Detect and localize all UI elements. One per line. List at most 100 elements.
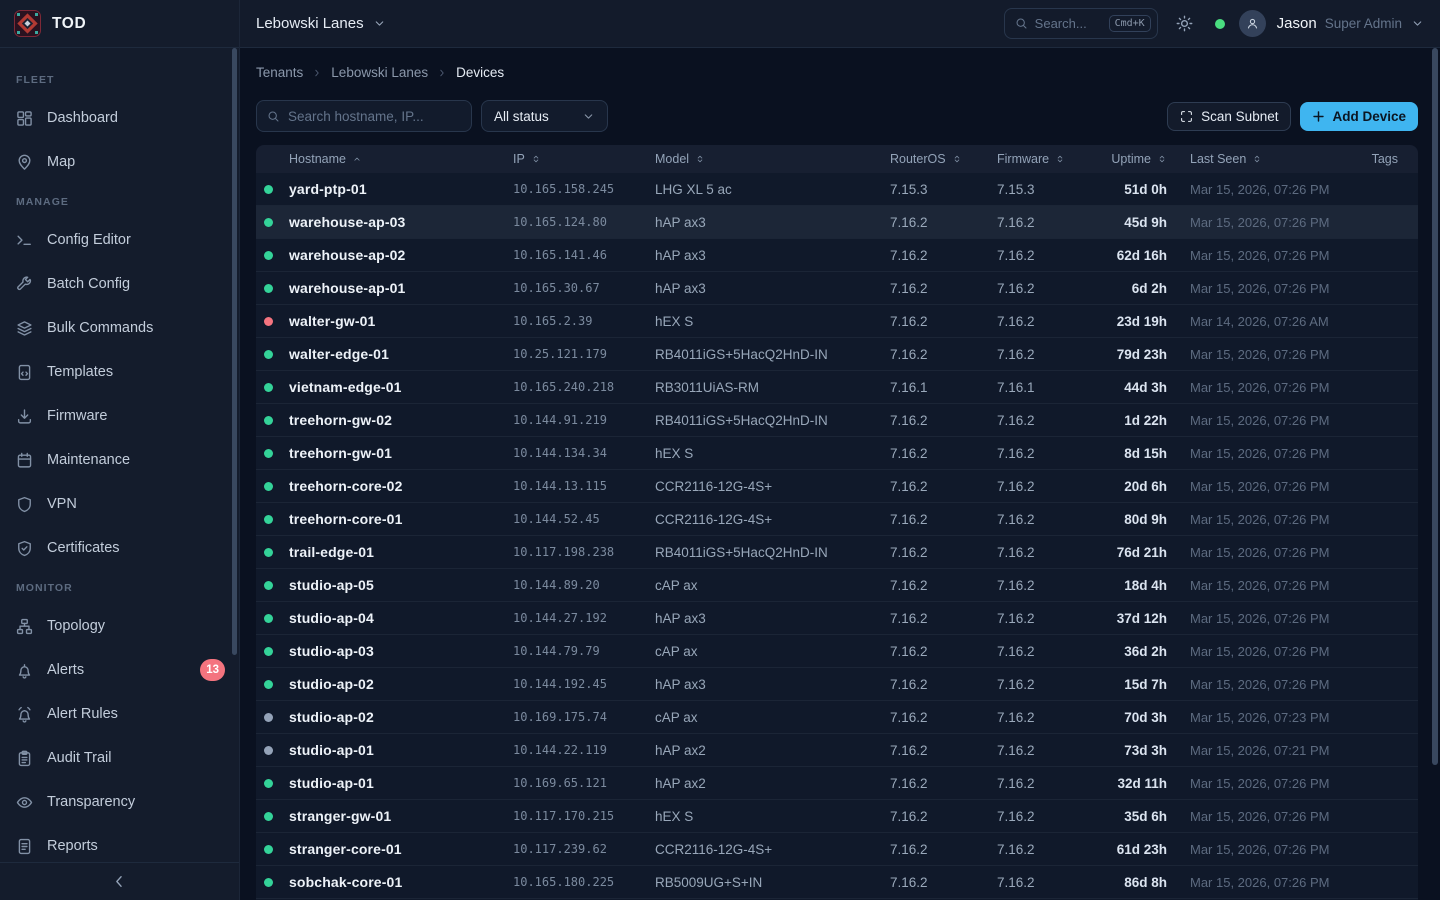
sidebar-item-templates[interactable]: Templates bbox=[0, 350, 239, 394]
device-uptime: 15d 7h bbox=[1103, 677, 1167, 692]
breadcrumb-item-lebowski-lanes[interactable]: Lebowski Lanes bbox=[331, 65, 428, 80]
device-routeros: 7.16.2 bbox=[890, 809, 997, 824]
sidebar-item-map[interactable]: Map bbox=[0, 140, 239, 184]
device-search[interactable] bbox=[256, 100, 472, 132]
sidebar-item-maintenance[interactable]: Maintenance bbox=[0, 438, 239, 482]
device-model: RB3011UiAS-RM bbox=[655, 380, 890, 395]
table-row[interactable]: stranger-gw-0110.117.170.215hEX S7.16.27… bbox=[256, 800, 1418, 833]
device-ip: 10.117.239.62 bbox=[513, 842, 655, 856]
device-firmware: 7.16.2 bbox=[997, 479, 1103, 494]
user-menu-chevron-icon[interactable] bbox=[1411, 17, 1424, 30]
sidebar-item-config-editor[interactable]: Config Editor bbox=[0, 218, 239, 262]
sidebar-section-fleet: FLEETDashboardMap bbox=[0, 62, 239, 184]
column-header-model[interactable]: Model bbox=[655, 152, 890, 166]
avatar[interactable] bbox=[1239, 10, 1266, 37]
column-header-uptime[interactable]: Uptime bbox=[1103, 152, 1167, 166]
device-ip: 10.165.30.67 bbox=[513, 281, 655, 295]
sidebar-item-bulk-commands[interactable]: Bulk Commands bbox=[0, 306, 239, 350]
device-routeros: 7.16.1 bbox=[890, 380, 997, 395]
chevron-down-icon bbox=[582, 110, 595, 123]
table-row[interactable]: treehorn-gw-0210.144.91.219RB4011iGS+5Ha… bbox=[256, 404, 1418, 437]
sidebar-item-alert-rules[interactable]: Alert Rules bbox=[0, 692, 239, 736]
device-routeros: 7.16.2 bbox=[890, 215, 997, 230]
table-row[interactable]: studio-ap-0210.169.175.74cAP ax7.16.27.1… bbox=[256, 701, 1418, 734]
table-row[interactable]: walter-edge-0110.25.121.179RB4011iGS+5Ha… bbox=[256, 338, 1418, 371]
global-search[interactable]: Cmd+K bbox=[1004, 8, 1158, 39]
table-row[interactable]: treehorn-core-0210.144.13.115CCR2116-12G… bbox=[256, 470, 1418, 503]
status-dot-online bbox=[264, 515, 273, 524]
table-row[interactable]: studio-ap-0410.144.27.192hAP ax37.16.27.… bbox=[256, 602, 1418, 635]
device-hostname: yard-ptp-01 bbox=[289, 181, 367, 197]
column-header-firmware[interactable]: Firmware bbox=[997, 152, 1103, 166]
collapse-sidebar-icon[interactable] bbox=[111, 873, 128, 890]
topbar-right: Cmd+K Jason Super Admin bbox=[1004, 8, 1424, 39]
table-row[interactable]: vietnam-edge-0110.165.240.218RB3011UiAS-… bbox=[256, 371, 1418, 404]
sidebar-section-manage: MANAGEConfig EditorBatch ConfigBulk Comm… bbox=[0, 184, 239, 570]
device-last-seen: Mar 14, 2026, 07:26 AM bbox=[1167, 314, 1367, 329]
sidebar-item-firmware[interactable]: Firmware bbox=[0, 394, 239, 438]
sidebar-scrollbar[interactable] bbox=[232, 48, 237, 655]
breadcrumb-item-tenants[interactable]: Tenants bbox=[256, 65, 303, 80]
status-dot-online bbox=[264, 647, 273, 656]
sidebar-item-audit-trail[interactable]: Audit Trail bbox=[0, 736, 239, 780]
table-row[interactable]: warehouse-ap-0210.165.141.46hAP ax37.16.… bbox=[256, 239, 1418, 272]
table-row[interactable]: studio-ap-0110.144.22.119hAP ax27.16.27.… bbox=[256, 734, 1418, 767]
table-row[interactable]: studio-ap-0510.144.89.20cAP ax7.16.27.16… bbox=[256, 569, 1418, 602]
topbar: Lebowski Lanes Cmd+K Jason Super Admin bbox=[240, 0, 1440, 48]
user-role: Super Admin bbox=[1325, 16, 1402, 31]
sidebar-item-batch-config[interactable]: Batch Config bbox=[0, 262, 239, 306]
sidebar-item-transparency[interactable]: Transparency bbox=[0, 780, 239, 824]
table-row[interactable]: treehorn-core-0110.144.52.45CCR2116-12G-… bbox=[256, 503, 1418, 536]
column-header-hostname[interactable]: Hostname bbox=[256, 152, 513, 166]
status-filter-select[interactable]: All status bbox=[481, 100, 608, 132]
table-row[interactable]: studio-ap-0210.144.192.45hAP ax37.16.27.… bbox=[256, 668, 1418, 701]
sidebar-item-label: Certificates bbox=[47, 540, 120, 556]
sidebar-item-certificates[interactable]: Certificates bbox=[0, 526, 239, 570]
status-dot-online bbox=[264, 614, 273, 623]
device-hostname: treehorn-gw-01 bbox=[289, 445, 392, 461]
table-row[interactable]: treehorn-gw-0110.144.134.34hEX S7.16.27.… bbox=[256, 437, 1418, 470]
device-firmware: 7.16.2 bbox=[997, 842, 1103, 857]
table-row[interactable]: studio-ap-0310.144.79.79cAP ax7.16.27.16… bbox=[256, 635, 1418, 668]
table-row[interactable]: trail-edge-0110.117.198.238RB4011iGS+5Ha… bbox=[256, 536, 1418, 569]
breadcrumb: TenantsLebowski LanesDevices bbox=[256, 65, 1418, 80]
device-routeros: 7.16.2 bbox=[890, 776, 997, 791]
device-ip: 10.165.158.245 bbox=[513, 182, 655, 196]
column-header-last-seen[interactable]: Last Seen bbox=[1167, 152, 1367, 166]
sun-icon[interactable] bbox=[1176, 15, 1193, 32]
scan-subnet-label: Scan Subnet bbox=[1201, 109, 1278, 124]
page-scrollbar[interactable] bbox=[1432, 48, 1438, 765]
device-search-input[interactable] bbox=[288, 109, 461, 124]
global-search-input[interactable] bbox=[1035, 16, 1102, 31]
table-row[interactable]: sobchak-core-0110.165.180.225RB5009UG+S+… bbox=[256, 866, 1418, 899]
device-firmware: 7.16.2 bbox=[997, 677, 1103, 692]
sidebar-item-label: VPN bbox=[47, 496, 77, 512]
column-header-routeros[interactable]: RouterOS bbox=[890, 152, 997, 166]
table-row[interactable]: stranger-core-0110.117.239.62CCR2116-12G… bbox=[256, 833, 1418, 866]
table-row[interactable]: warehouse-ap-0110.165.30.67hAP ax37.16.2… bbox=[256, 272, 1418, 305]
column-label: IP bbox=[513, 152, 525, 166]
sidebar-item-label: Batch Config bbox=[47, 276, 130, 292]
tenant-switcher[interactable]: Lebowski Lanes bbox=[256, 15, 386, 32]
device-ip: 10.165.124.80 bbox=[513, 215, 655, 229]
device-ip: 10.144.79.79 bbox=[513, 644, 655, 658]
table-row[interactable]: walter-gw-0110.165.2.39hEX S7.16.27.16.2… bbox=[256, 305, 1418, 338]
device-ip: 10.144.192.45 bbox=[513, 677, 655, 691]
table-row[interactable]: yard-ptp-0110.165.158.245LHG XL 5 ac7.15… bbox=[256, 173, 1418, 206]
brand-name: TOD bbox=[52, 15, 86, 33]
sidebar-item-topology[interactable]: Topology bbox=[0, 604, 239, 648]
device-firmware: 7.16.2 bbox=[997, 248, 1103, 263]
sidebar-item-reports[interactable]: Reports bbox=[0, 824, 239, 862]
device-firmware: 7.16.2 bbox=[997, 578, 1103, 593]
scan-subnet-button[interactable]: Scan Subnet bbox=[1167, 102, 1291, 131]
add-device-button[interactable]: Add Device bbox=[1300, 102, 1418, 131]
device-last-seen: Mar 15, 2026, 07:26 PM bbox=[1167, 182, 1367, 197]
table-row[interactable]: studio-ap-0110.169.65.121hAP ax27.16.27.… bbox=[256, 767, 1418, 800]
table-row[interactable]: warehouse-ap-0310.165.124.80hAP ax37.16.… bbox=[256, 206, 1418, 239]
column-header-ip[interactable]: IP bbox=[513, 152, 655, 166]
sidebar-item-alerts[interactable]: Alerts13 bbox=[0, 648, 239, 692]
status-dot-online bbox=[264, 350, 273, 359]
sidebar-item-dashboard[interactable]: Dashboard bbox=[0, 96, 239, 140]
device-hostname: sobchak-core-01 bbox=[289, 874, 402, 890]
sidebar-item-vpn[interactable]: VPN bbox=[0, 482, 239, 526]
